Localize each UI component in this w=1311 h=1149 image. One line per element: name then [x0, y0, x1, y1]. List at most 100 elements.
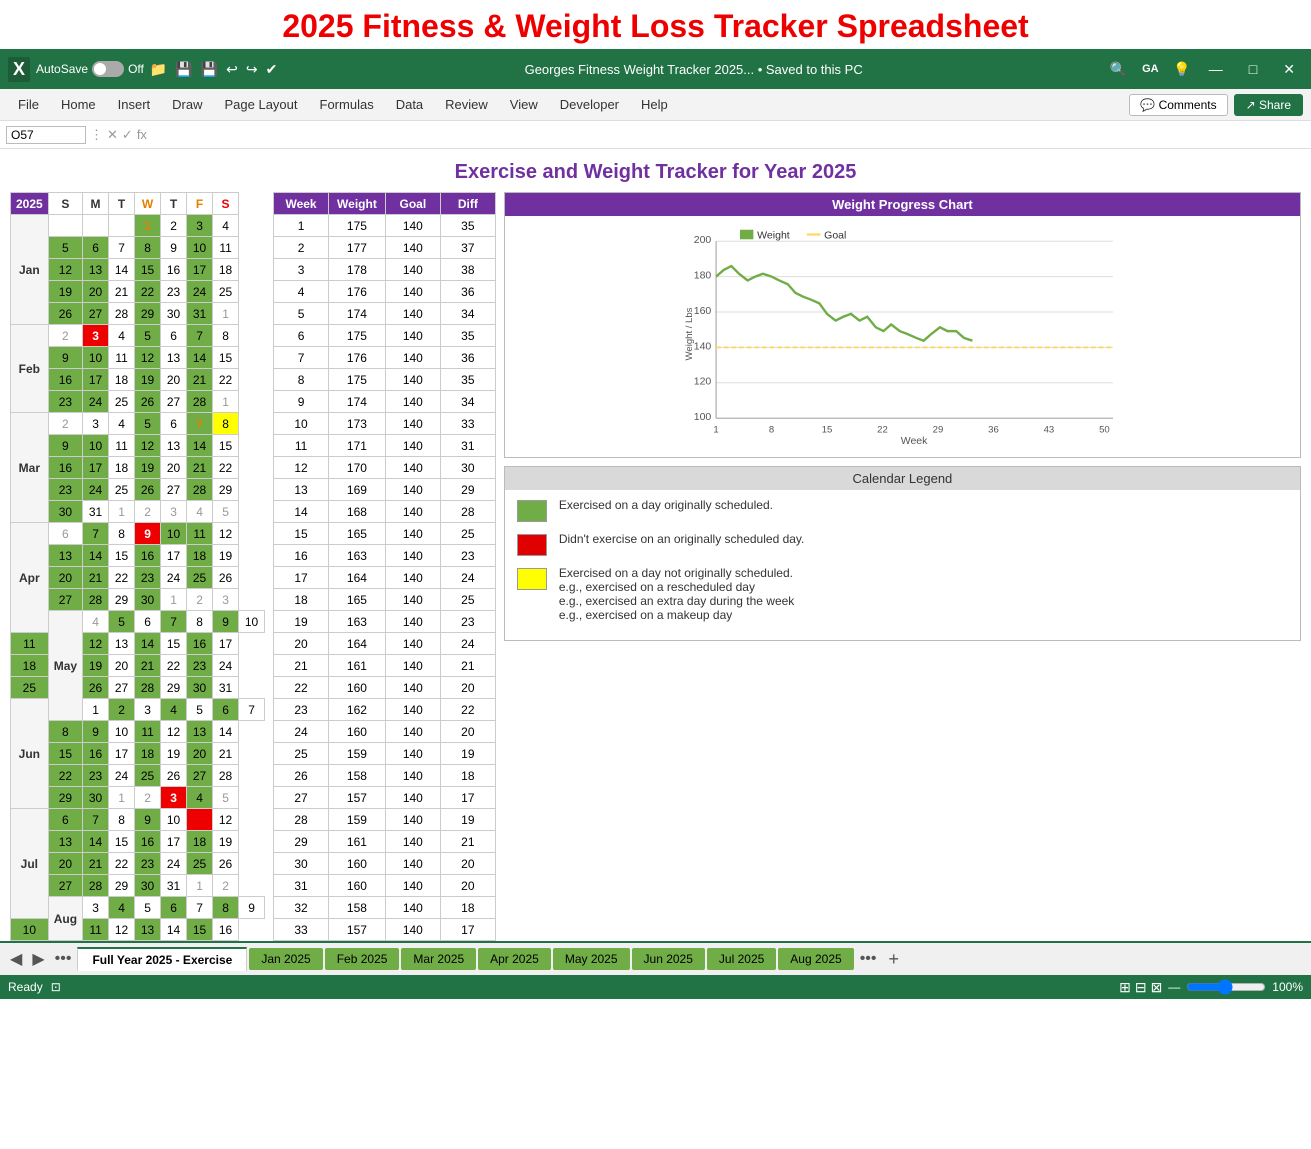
- menu-home[interactable]: Home: [51, 93, 106, 116]
- cal-cell[interactable]: 11: [213, 237, 239, 259]
- cal-cell[interactable]: 31: [161, 875, 187, 897]
- cal-cell[interactable]: 21: [83, 567, 109, 589]
- cal-cell[interactable]: 5: [109, 611, 135, 633]
- save2-icon[interactable]: 💾: [201, 61, 218, 78]
- cal-cell[interactable]: 23: [135, 853, 161, 875]
- cal-cell[interactable]: 13: [48, 545, 82, 567]
- cal-cell[interactable]: 29: [109, 589, 135, 611]
- cal-cell[interactable]: 31: [187, 303, 213, 325]
- cal-cell[interactable]: 22: [135, 281, 161, 303]
- page-break-view-button[interactable]: ⊠: [1151, 979, 1163, 996]
- cal-cell[interactable]: 27: [83, 303, 109, 325]
- cal-cell[interactable]: 1: [187, 875, 213, 897]
- cal-cell[interactable]: 23: [161, 281, 187, 303]
- cal-cell[interactable]: 5: [213, 501, 239, 523]
- cal-cell[interactable]: 24: [83, 391, 109, 413]
- cal-cell[interactable]: 7: [187, 413, 213, 435]
- cal-cell[interactable]: 11: [11, 633, 49, 655]
- cal-cell[interactable]: 29: [161, 677, 187, 699]
- cal-cell[interactable]: 23: [187, 655, 213, 677]
- cal-cell[interactable]: 17: [109, 743, 135, 765]
- cal-cell[interactable]: 11: [187, 809, 213, 831]
- cal-cell[interactable]: 22: [161, 655, 187, 677]
- cal-cell[interactable]: 1: [161, 589, 187, 611]
- cal-cell[interactable]: 25: [135, 765, 161, 787]
- cal-cell[interactable]: 16: [213, 919, 239, 941]
- tab-more-button[interactable]: •••: [51, 950, 76, 968]
- formula-input[interactable]: [151, 127, 1305, 142]
- cal-cell[interactable]: 26: [135, 479, 161, 501]
- cal-cell[interactable]: 18: [135, 743, 161, 765]
- cal-cell[interactable]: 12: [83, 633, 109, 655]
- cal-cell[interactable]: 9: [161, 237, 187, 259]
- cal-cell[interactable]: 25: [11, 677, 49, 699]
- cal-cell[interactable]: 10: [11, 919, 49, 941]
- cal-cell[interactable]: 8: [213, 897, 239, 919]
- cal-cell[interactable]: 14: [187, 435, 213, 457]
- user-avatar[interactable]: GA: [1137, 56, 1163, 82]
- cal-cell[interactable]: 10: [109, 721, 135, 743]
- cal-cell[interactable]: 18: [109, 457, 135, 479]
- add-sheet-button[interactable]: +: [883, 949, 906, 970]
- cal-cell[interactable]: 30: [135, 589, 161, 611]
- cal-cell[interactable]: 27: [161, 479, 187, 501]
- cal-cell[interactable]: 1: [109, 787, 135, 809]
- cal-cell[interactable]: 7: [109, 237, 135, 259]
- cell-reference-input[interactable]: [6, 126, 86, 144]
- cal-cell[interactable]: 3: [213, 589, 239, 611]
- cal-cell[interactable]: 13: [109, 633, 135, 655]
- cal-cell[interactable]: 5: [213, 787, 239, 809]
- page-layout-view-button[interactable]: ⊟: [1135, 979, 1147, 996]
- sheet-tab-may2025[interactable]: May 2025: [553, 948, 630, 970]
- cal-cell[interactable]: 18: [109, 369, 135, 391]
- sheet-tab-jan2025[interactable]: Jan 2025: [249, 948, 322, 970]
- cal-cell[interactable]: 9: [135, 809, 161, 831]
- cal-cell[interactable]: 14: [135, 633, 161, 655]
- cal-cell[interactable]: 4: [109, 413, 135, 435]
- cal-cell[interactable]: 20: [187, 743, 213, 765]
- cal-cell[interactable]: 1: [213, 391, 239, 413]
- cal-cell[interactable]: 16: [83, 743, 109, 765]
- cal-cell[interactable]: 16: [135, 831, 161, 853]
- menu-insert[interactable]: Insert: [108, 93, 161, 116]
- cal-cell[interactable]: 19: [213, 831, 239, 853]
- menu-formulas[interactable]: Formulas: [310, 93, 384, 116]
- cal-cell[interactable]: 6: [135, 611, 161, 633]
- cal-cell[interactable]: 10: [187, 237, 213, 259]
- cal-cell[interactable]: 31: [213, 677, 239, 699]
- cal-cell[interactable]: 13: [83, 259, 109, 281]
- cal-cell[interactable]: 22: [213, 369, 239, 391]
- cal-cell[interactable]: 18: [213, 259, 239, 281]
- cal-cell[interactable]: 5: [135, 413, 161, 435]
- cal-cell[interactable]: [109, 215, 135, 237]
- cal-cell[interactable]: 27: [109, 677, 135, 699]
- cal-cell[interactable]: 12: [48, 259, 82, 281]
- cal-cell[interactable]: 22: [48, 765, 82, 787]
- cal-cell[interactable]: 10: [239, 611, 265, 633]
- cal-cell[interactable]: 7: [83, 809, 109, 831]
- undo-icon[interactable]: ↩: [226, 61, 238, 78]
- cal-cell[interactable]: 18: [11, 655, 49, 677]
- cal-cell[interactable]: 5: [48, 237, 82, 259]
- cal-cell[interactable]: 12: [161, 721, 187, 743]
- cal-cell[interactable]: 6: [48, 523, 82, 545]
- cal-cell[interactable]: 17: [83, 369, 109, 391]
- close-button[interactable]: ✕: [1275, 61, 1303, 78]
- cal-cell[interactable]: 24: [161, 853, 187, 875]
- cal-cell[interactable]: 21: [109, 281, 135, 303]
- cal-cell[interactable]: 23: [48, 391, 82, 413]
- cal-cell[interactable]: 16: [48, 369, 82, 391]
- cal-cell[interactable]: 8: [109, 809, 135, 831]
- cal-cell[interactable]: 8: [135, 237, 161, 259]
- cal-cell[interactable]: 15: [109, 545, 135, 567]
- cal-cell[interactable]: 3: [83, 413, 109, 435]
- cal-cell[interactable]: 14: [187, 347, 213, 369]
- menu-help[interactable]: Help: [631, 93, 678, 116]
- cal-cell[interactable]: 8: [213, 413, 239, 435]
- cal-cell[interactable]: 24: [213, 655, 239, 677]
- cal-cell[interactable]: 29: [135, 303, 161, 325]
- cal-cell[interactable]: 29: [213, 479, 239, 501]
- cal-cell[interactable]: 19: [213, 545, 239, 567]
- cal-cell[interactable]: 5: [135, 325, 161, 347]
- cal-cell[interactable]: 1: [213, 303, 239, 325]
